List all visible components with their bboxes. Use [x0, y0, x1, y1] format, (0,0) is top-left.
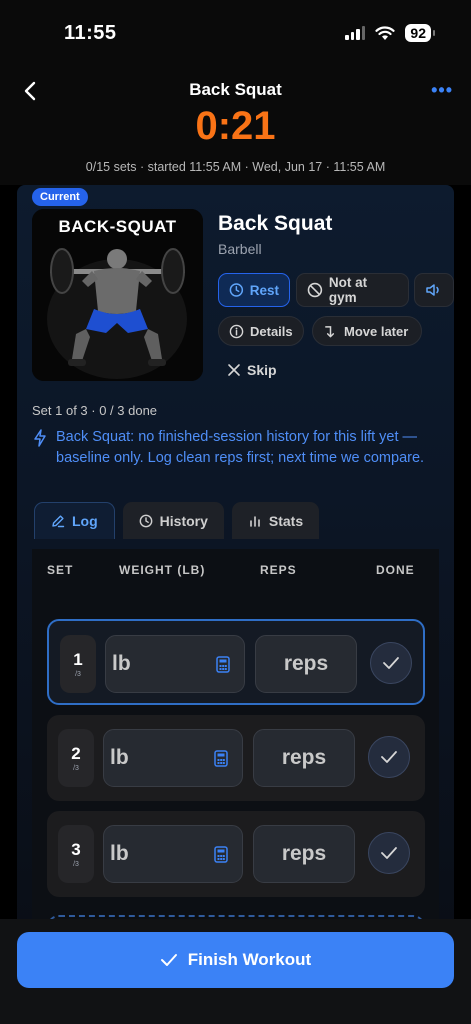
sound-button[interactable] [414, 273, 454, 307]
tab-history-label: History [159, 512, 208, 529]
ellipsis-icon[interactable]: ••• [431, 80, 453, 101]
weight-input[interactable]: lb [103, 825, 243, 883]
bar-chart-icon [250, 515, 260, 527]
cellular-signal-icon [345, 26, 366, 40]
weight-placeholder: lb [110, 746, 129, 769]
set-row: 1 /3 lb reps [47, 619, 425, 705]
clock-icon [139, 514, 153, 527]
checkmark-icon [381, 847, 397, 859]
not-at-gym-button[interactable]: Not at gym [296, 273, 409, 307]
set-done-checkbox[interactable] [370, 642, 412, 684]
current-badge: Current [32, 188, 88, 206]
rest-label: Rest [249, 282, 279, 298]
header-done: DONE [376, 563, 415, 577]
exercise-equipment: Barbell [218, 241, 262, 257]
move-later-label: Move later [344, 323, 409, 339]
tab-log[interactable]: Log [34, 502, 115, 539]
tab-log-label: Log [72, 513, 98, 529]
exercise-image: BACK-SQUAT [32, 209, 203, 381]
calculator-icon[interactable] [214, 846, 228, 863]
status-icons: 92 [345, 24, 435, 42]
header-weight: WEIGHT (LB) [119, 563, 206, 577]
info-icon [229, 324, 244, 338]
reps-placeholder: reps [281, 842, 327, 865]
battery-indicator: 92 [405, 24, 435, 42]
finish-workout-label: Finish Workout [187, 950, 312, 969]
header-set: SET [47, 563, 74, 577]
reps-placeholder: reps [281, 746, 327, 769]
tab-stats-label: Stats [268, 512, 304, 529]
weight-placeholder: lb [110, 842, 129, 865]
insight-text: Back Squat: no finished-session history … [56, 429, 425, 466]
status-bar: 11:55 92 [0, 0, 471, 70]
workout-timer: 0:21 [195, 104, 276, 148]
set-row: 3 /3 lb reps [47, 811, 425, 897]
tab-stats[interactable]: Stats [231, 502, 320, 539]
reps-input[interactable]: reps [253, 729, 355, 787]
speaker-icon [426, 284, 439, 296]
reps-placeholder: reps [283, 652, 329, 675]
reps-input[interactable]: reps [253, 825, 355, 883]
set-number: 1 /3 [60, 635, 96, 693]
skip-label: Skip [247, 362, 277, 378]
set-number: 3 /3 [58, 825, 94, 883]
calculator-icon[interactable] [216, 656, 230, 673]
workout-header: Back Squat ••• 0:21 0/15 sets · started … [0, 70, 471, 185]
set-row: 2 /3 lb reps [47, 715, 425, 801]
lightning-icon [34, 429, 46, 447]
tab-bar: Log History Stats [34, 502, 320, 539]
arrow-turn-down-icon [325, 325, 335, 337]
exercise-card: Current BACK-SQUAT Back Squat Barbell Re… [17, 185, 454, 945]
checkmark-icon [160, 954, 177, 966]
header-reps: REPS [260, 563, 297, 577]
exercise-image-title: BACK-SQUAT [58, 217, 177, 236]
prohibited-icon [307, 282, 323, 298]
checkmark-icon [383, 657, 399, 669]
status-time: 11:55 [64, 22, 117, 44]
move-later-button[interactable]: Move later [312, 316, 422, 346]
skip-button[interactable]: Skip [227, 362, 277, 378]
weight-input[interactable]: lb [103, 729, 243, 787]
reps-input[interactable]: reps [255, 635, 357, 693]
set-number-total: /3 [73, 861, 79, 868]
set-number-value: 1 [73, 650, 83, 669]
session-meta: 0/15 sets · started 11:55 AM · Wed, Jun … [85, 160, 386, 174]
set-done-checkbox[interactable] [368, 736, 410, 778]
bottom-bar: Finish Workout [0, 919, 471, 1024]
set-number-value: 3 [71, 840, 81, 859]
not-at-gym-label: Not at gym [328, 275, 368, 305]
set-number-total: /3 [73, 765, 79, 772]
set-done-checkbox[interactable] [368, 832, 410, 874]
rest-button[interactable]: Rest [218, 273, 290, 307]
finish-workout-button[interactable]: Finish Workout [17, 932, 454, 988]
calculator-icon[interactable] [214, 750, 228, 767]
clock-icon [229, 283, 244, 297]
details-button[interactable]: Details [218, 316, 304, 346]
set-number-value: 2 [71, 744, 81, 763]
pencil-icon [52, 515, 65, 528]
weight-placeholder: lb [112, 652, 131, 675]
tab-history[interactable]: History [122, 502, 224, 539]
set-progress: Set 1 of 3 · 0 / 3 done [32, 403, 158, 418]
set-log-panel: SET WEIGHT (LB) REPS DONE 1 /3 lb reps 2… [32, 549, 439, 945]
set-number-total: /3 [75, 671, 81, 678]
weight-input[interactable]: lb [105, 635, 245, 693]
insight-message: Back Squat: no finished-session history … [32, 427, 432, 469]
checkmark-icon [381, 751, 397, 763]
page-title: Back Squat [189, 80, 282, 99]
exercise-name: Back Squat [218, 212, 333, 235]
close-icon [228, 364, 240, 376]
details-label: Details [250, 323, 293, 339]
set-number: 2 /3 [58, 729, 94, 787]
wifi-icon [375, 25, 396, 40]
